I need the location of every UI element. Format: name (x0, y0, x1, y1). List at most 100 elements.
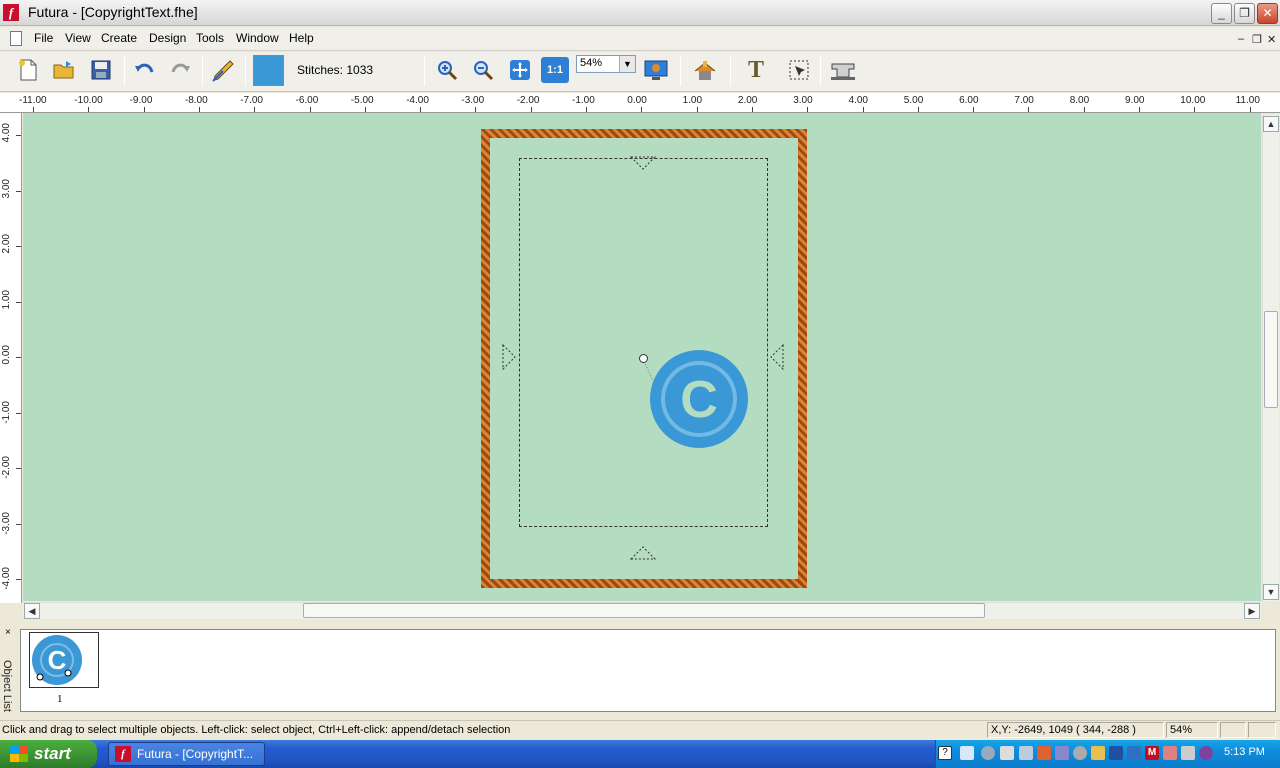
object-thumbnail[interactable]: C (29, 632, 99, 688)
fit-to-window-icon[interactable] (505, 55, 535, 85)
network-icon[interactable] (1000, 746, 1014, 760)
minimize-button[interactable]: _ (1211, 3, 1232, 24)
object-number: 1 (57, 693, 63, 705)
scroll-right-arrow-icon[interactable]: ▶ (1244, 603, 1260, 619)
ruler-tick-mark (16, 523, 21, 525)
back-arrow-icon[interactable] (981, 746, 995, 760)
stitch-count: Stitches: 1033 (297, 63, 374, 77)
tray-app-icon[interactable] (1055, 746, 1069, 760)
menu-window[interactable]: Window (236, 31, 279, 45)
tray-app-icon[interactable]: M (1145, 746, 1159, 760)
document-icon[interactable] (10, 31, 22, 46)
auto-digitize-icon[interactable] (690, 55, 720, 85)
ruler-tick-mark (16, 135, 21, 136)
toolbar-separator (124, 56, 125, 86)
ruler-tick-mark (16, 246, 21, 247)
ruler-tick-label: 8.00 (1069, 95, 1090, 106)
scroll-up-arrow-icon[interactable]: ▲ (1263, 116, 1279, 132)
open-folder-icon[interactable] (49, 55, 79, 85)
help-icon[interactable]: ? (938, 746, 952, 760)
one-to-one-icon[interactable]: 1:1 (541, 57, 569, 83)
ruler-tick-label: -3.00 (1, 511, 12, 535)
zoom-readout: 54% (1166, 722, 1218, 738)
ruler-tick-label: 3.00 (793, 95, 813, 106)
tray-app-icon[interactable] (1199, 746, 1213, 760)
scroll-left-arrow-icon[interactable]: ◀ (24, 603, 40, 619)
new-file-icon[interactable] (13, 55, 43, 85)
ruler-tick-label: -10.00 (74, 95, 103, 106)
menu-help[interactable]: Help (289, 31, 314, 45)
sewing-machine-icon[interactable] (828, 55, 858, 85)
redo-icon[interactable] (165, 55, 195, 85)
thumbnail-glyph: C (48, 645, 67, 675)
status-cell-empty (1248, 722, 1276, 738)
tray-app-icon[interactable] (1127, 746, 1141, 760)
ruler-tick-label: 10.00 (1180, 95, 1206, 106)
window-title: Futura - [CopyrightText.fhe] (28, 4, 198, 20)
vertical-scroll-thumb[interactable] (1264, 311, 1278, 408)
design-canvas[interactable]: C (23, 113, 1261, 601)
toolbar-separator (680, 56, 681, 86)
ruler-tick-mark (16, 468, 21, 469)
ruler-tick-label: -8.00 (184, 95, 208, 106)
clock: 5:13 PM (1224, 746, 1265, 758)
close-button[interactable]: ✕ (1257, 3, 1278, 24)
chevron-down-icon[interactable]: ▼ (619, 56, 635, 72)
ruler-tick-label: -2.00 (516, 95, 540, 106)
copyright-design[interactable]: C (647, 347, 751, 451)
ruler-tick-label: -11.00 (19, 95, 47, 106)
menu-tools[interactable]: Tools (196, 31, 224, 45)
ruler-tick-mark (16, 412, 21, 414)
menu-view[interactable]: View (65, 31, 91, 45)
realistic-view-icon[interactable] (641, 55, 671, 85)
save-disk-icon[interactable] (86, 55, 116, 85)
color-swatch-button[interactable] (253, 55, 284, 86)
ruler-tick-mark (16, 190, 21, 192)
design-pencil-icon[interactable] (209, 55, 239, 85)
ruler-tick-label: 7.00 (1014, 95, 1034, 106)
tray-app-icon[interactable] (1091, 746, 1105, 760)
futura-app-icon[interactable]: f (3, 4, 19, 21)
mdi-minimize-button[interactable]: – (1238, 33, 1244, 45)
ruler-tick-label: -7.00 (240, 95, 263, 106)
ruler-tick-label: -2.00 (1, 456, 12, 479)
ruler-tick-label: -4.00 (1, 567, 12, 590)
undo-icon[interactable] (130, 55, 160, 85)
zoom-out-icon[interactable] (468, 55, 498, 85)
restore-button[interactable]: ❐ (1234, 3, 1255, 24)
tray-app-icon[interactable] (1181, 746, 1195, 760)
design-glyph: C (680, 371, 718, 429)
ruler-tick-mark (16, 357, 21, 358)
menu-file[interactable]: File (34, 31, 53, 45)
status-cell-empty (1220, 722, 1246, 738)
toolbar-separator (202, 56, 203, 86)
ruler-tick-label: -5.00 (350, 95, 374, 106)
ruler-tick-label: 4.00 (848, 95, 868, 106)
menu-design[interactable]: Design (149, 31, 186, 45)
object-list-label: Object List (1, 660, 13, 712)
coordinates-readout: X,Y: -2649, 1049 ( 344, -288 ) (987, 722, 1164, 738)
taskbar-futura-button[interactable]: Futura - [CopyrightT... (108, 742, 265, 766)
tray-app-icon[interactable] (1163, 746, 1177, 760)
status-message: Click and drag to select multiple object… (2, 724, 511, 736)
mdi-close-button[interactable]: ✕ (1267, 33, 1276, 46)
zoom-in-icon[interactable] (432, 55, 462, 85)
scroll-down-arrow-icon[interactable]: ▼ (1263, 584, 1279, 600)
toolbar-separator (424, 56, 425, 86)
ruler-tick-mark (16, 579, 21, 580)
tray-app-icon[interactable] (1073, 746, 1087, 760)
desktop-icon[interactable] (960, 746, 974, 760)
close-icon[interactable]: × (5, 627, 11, 638)
ruler-tick-label: -3.00 (461, 95, 485, 106)
select-area-icon[interactable] (784, 55, 814, 85)
menu-create[interactable]: Create (101, 31, 137, 45)
volume-icon[interactable] (1019, 746, 1033, 760)
text-icon[interactable]: T (741, 55, 771, 85)
network-error-icon[interactable] (1037, 746, 1051, 760)
windows-logo-icon (10, 746, 28, 762)
tray-app-icon[interactable] (1109, 746, 1123, 760)
ruler-tick-label: 6.00 (959, 95, 979, 106)
mdi-restore-button[interactable]: ❐ (1252, 33, 1262, 46)
ruler-tick-label: -1.00 (572, 95, 595, 106)
horizontal-scroll-thumb[interactable] (303, 603, 985, 618)
